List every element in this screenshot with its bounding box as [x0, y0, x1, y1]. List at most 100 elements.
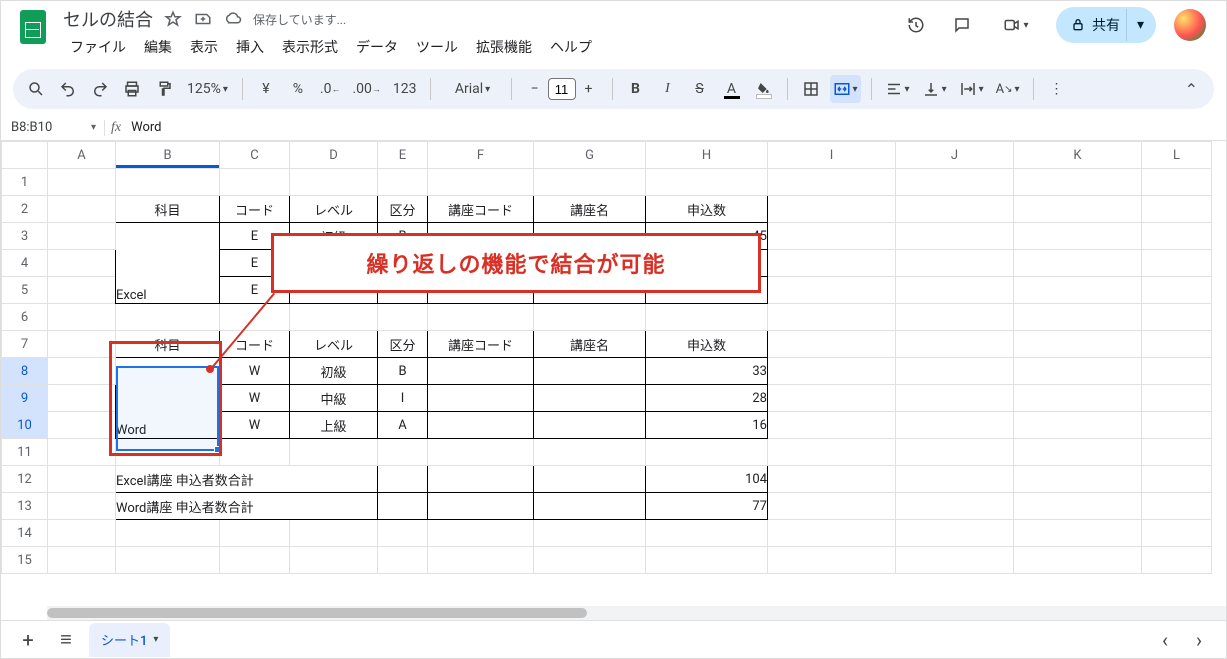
col-header-C[interactable]: C: [220, 142, 290, 169]
decrease-decimal-button[interactable]: .0←: [317, 75, 344, 103]
account-avatar[interactable]: [1174, 9, 1206, 41]
cell[interactable]: W: [220, 385, 290, 412]
undo-button[interactable]: [55, 75, 81, 103]
star-icon[interactable]: [163, 9, 183, 29]
menu-file[interactable]: ファイル: [63, 33, 133, 61]
cell[interactable]: 上級: [290, 412, 378, 439]
comments-icon[interactable]: [948, 11, 976, 39]
history-icon[interactable]: [902, 11, 930, 39]
font-size-input[interactable]: [548, 78, 576, 100]
name-box-dropdown[interactable]: ▾: [83, 122, 104, 133]
h-align-button[interactable]: ▾: [882, 75, 913, 103]
cell-merged-word[interactable]: Word: [116, 358, 220, 439]
horizontal-scrollbar[interactable]: [47, 606, 1226, 620]
share-button[interactable]: 共有 ▾: [1056, 7, 1156, 43]
col-header-D[interactable]: D: [290, 142, 378, 169]
search-icon[interactable]: [23, 75, 49, 103]
cell[interactable]: 講座コード: [428, 331, 534, 358]
wrap-button[interactable]: ▾: [956, 75, 987, 103]
cell[interactable]: 16: [646, 412, 768, 439]
menu-help[interactable]: ヘルプ: [543, 33, 599, 61]
zoom-select[interactable]: 125%▾: [183, 75, 232, 103]
sheet-tab-dropdown-icon[interactable]: ▾: [153, 634, 158, 645]
move-icon[interactable]: [193, 9, 213, 29]
redo-button[interactable]: [87, 75, 113, 103]
tab-scroll-left[interactable]: ‹: [1150, 626, 1180, 654]
col-header-E[interactable]: E: [378, 142, 428, 169]
cell[interactable]: W: [220, 412, 290, 439]
row-header-14[interactable]: 14: [2, 520, 48, 547]
select-all-corner[interactable]: [2, 142, 48, 169]
menu-ext[interactable]: 拡張機能: [469, 33, 539, 61]
col-header-B[interactable]: B: [116, 142, 220, 169]
cell[interactable]: 中級: [290, 385, 378, 412]
menu-tools[interactable]: ツール: [409, 33, 465, 61]
font-size-decrease[interactable]: −: [522, 75, 548, 103]
collapse-toolbar-icon[interactable]: ⌃: [1179, 80, 1204, 99]
row-header-7[interactable]: 7: [2, 331, 48, 358]
cell[interactable]: 科目: [116, 331, 220, 358]
percent-button[interactable]: %: [285, 75, 311, 103]
cell[interactable]: A: [378, 412, 428, 439]
cell[interactable]: 区分: [378, 331, 428, 358]
cell[interactable]: [534, 412, 646, 439]
cell[interactable]: [428, 412, 534, 439]
share-dropdown[interactable]: ▾: [1126, 9, 1154, 41]
row-header-1[interactable]: 1: [2, 169, 48, 196]
scrollbar-thumb[interactable]: [47, 608, 587, 618]
row-header-4[interactable]: 4: [2, 250, 48, 277]
cell[interactable]: 33: [646, 358, 768, 385]
more-toolbar-button[interactable]: ⋮: [1044, 75, 1070, 103]
cell[interactable]: 講座コード: [428, 196, 534, 223]
fill-color-button[interactable]: [751, 75, 777, 103]
row-header-11[interactable]: 11: [2, 439, 48, 466]
menu-insert[interactable]: 挿入: [229, 33, 271, 61]
cell[interactable]: [428, 385, 534, 412]
cell[interactable]: 申込数: [646, 196, 768, 223]
v-align-button[interactable]: ▾: [919, 75, 950, 103]
cloud-status-icon[interactable]: [223, 9, 243, 29]
font-select[interactable]: Arial▾: [441, 75, 501, 103]
row-header-12[interactable]: 12: [2, 466, 48, 493]
increase-decimal-button[interactable]: .00→: [349, 75, 383, 103]
formula-bar[interactable]: Word: [127, 120, 1226, 135]
cell[interactable]: [428, 466, 534, 493]
cell[interactable]: 77: [646, 493, 768, 520]
menu-data[interactable]: データ: [349, 33, 405, 61]
cell[interactable]: 申込数: [646, 331, 768, 358]
cell[interactable]: 講座名: [534, 331, 646, 358]
cell[interactable]: レベル: [290, 196, 378, 223]
doc-title[interactable]: セルの結合: [63, 6, 153, 32]
cell[interactable]: [378, 466, 428, 493]
menu-view[interactable]: 表示: [183, 33, 225, 61]
cell[interactable]: W: [220, 358, 290, 385]
cell[interactable]: 講座名: [534, 196, 646, 223]
col-header-G[interactable]: G: [534, 142, 646, 169]
row-header-8[interactable]: 8: [2, 358, 48, 385]
text-color-button[interactable]: A: [719, 75, 745, 103]
cell[interactable]: 104: [646, 466, 768, 493]
col-header-L[interactable]: L: [1142, 142, 1212, 169]
cell[interactable]: B: [378, 358, 428, 385]
cell[interactable]: [534, 466, 646, 493]
row-header-3[interactable]: 3: [2, 223, 48, 250]
cell[interactable]: 区分: [378, 196, 428, 223]
cell[interactable]: [534, 493, 646, 520]
italic-button[interactable]: I: [655, 75, 681, 103]
spreadsheet-grid[interactable]: A B C D E F G H I J K L 1 2 科目 コード レベル 区…: [1, 141, 1212, 574]
col-header-I[interactable]: I: [768, 142, 896, 169]
cell[interactable]: コード: [220, 196, 290, 223]
cell[interactable]: [378, 493, 428, 520]
row-header-9[interactable]: 9: [2, 385, 48, 412]
cell[interactable]: [534, 358, 646, 385]
menu-edit[interactable]: 編集: [137, 33, 179, 61]
col-header-A[interactable]: A: [48, 142, 116, 169]
col-header-H[interactable]: H: [646, 142, 768, 169]
col-header-K[interactable]: K: [1014, 142, 1142, 169]
row-header-2[interactable]: 2: [2, 196, 48, 223]
cell[interactable]: [428, 493, 534, 520]
print-button[interactable]: [119, 75, 145, 103]
cell[interactable]: Excel: [116, 223, 220, 304]
cell[interactable]: レベル: [290, 331, 378, 358]
row-header-6[interactable]: 6: [2, 304, 48, 331]
